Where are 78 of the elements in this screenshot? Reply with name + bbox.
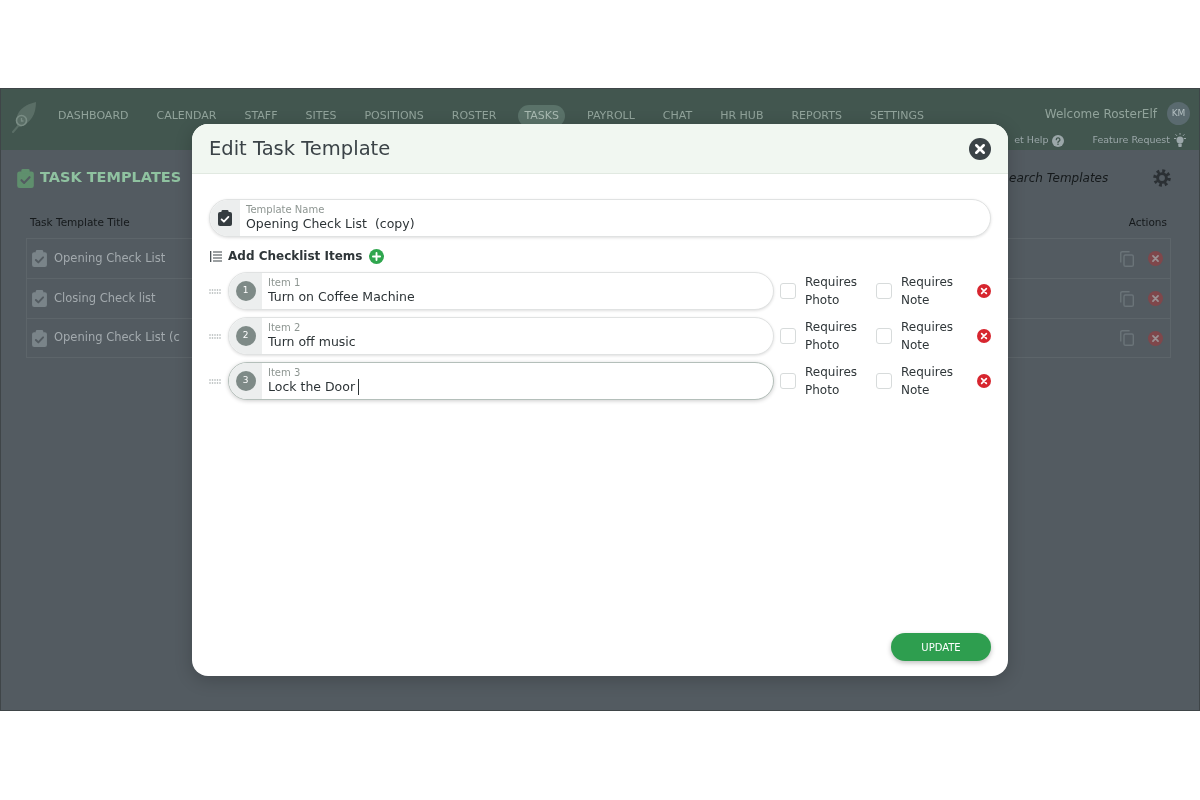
nav-link[interactable]: SETTINGS xyxy=(863,105,931,127)
checkbox-label: Requires Photo xyxy=(805,274,859,309)
delete-icon[interactable] xyxy=(1148,291,1163,306)
delete-icon[interactable] xyxy=(1148,251,1163,266)
page-title: TASK TEMPLATES xyxy=(40,168,182,188)
nav-link[interactable]: REPORTS xyxy=(785,105,848,127)
delete-icon[interactable] xyxy=(1148,330,1163,346)
logo-icon[interactable] xyxy=(11,101,37,133)
clipboard-check-icon xyxy=(218,210,232,226)
help-icon[interactable] xyxy=(1052,134,1065,147)
template-name-field[interactable]: Template Name Opening Check List (copy) xyxy=(209,199,991,237)
item-field[interactable]: 1 Item 1 Turn on Coffee Machine xyxy=(228,272,774,310)
nav-link[interactable]: DASHBOARD xyxy=(52,105,135,127)
remove-icon[interactable] xyxy=(977,374,991,388)
nav-link[interactable]: TASKS xyxy=(518,105,565,127)
welcome-text: Welcome RosterElf xyxy=(1044,105,1157,123)
note-checkbox[interactable] xyxy=(876,373,892,389)
nav-link[interactable]: POSITIONS xyxy=(358,105,430,127)
clipboard-check-icon xyxy=(32,250,47,267)
checkbox-label: Requires Note xyxy=(901,319,955,354)
add-icon[interactable] xyxy=(368,248,384,264)
photo-checkbox[interactable] xyxy=(780,373,796,389)
field-label: Item 3 xyxy=(268,367,302,379)
item-field[interactable]: 3 Item 3 Lock the Door xyxy=(228,362,774,400)
checkbox-label: Requires Note xyxy=(901,274,955,309)
nav-link[interactable]: SITES xyxy=(299,105,343,127)
item-field[interactable]: 2 Item 2 Turn off music xyxy=(228,317,774,355)
field-label: Item 1 xyxy=(268,277,302,289)
nav-link[interactable]: CALENDAR xyxy=(150,105,223,127)
field-label: Template Name xyxy=(246,204,326,216)
column-header: Task Template Title xyxy=(29,215,130,231)
photo-checkbox[interactable] xyxy=(780,283,796,299)
clipboard-check-icon xyxy=(32,329,47,347)
list-icon xyxy=(210,250,222,262)
dialog-title: Edit Task Template xyxy=(209,135,391,162)
table-cell-text: Closing Check list xyxy=(54,289,156,307)
drag-handle-icon[interactable] xyxy=(209,333,221,339)
drag-handle-icon[interactable] xyxy=(209,378,221,384)
checkbox-label: Requires Note xyxy=(901,364,955,399)
remove-icon[interactable] xyxy=(977,284,991,298)
copy-icon[interactable] xyxy=(1120,250,1134,267)
nav-link[interactable]: ROSTER xyxy=(445,105,503,127)
field-value: Opening Check List (copy) xyxy=(246,216,415,232)
section-heading: Add Checklist Items xyxy=(228,248,363,265)
item-number: 1 xyxy=(235,281,256,301)
update-button[interactable]: UPDATE xyxy=(891,633,991,661)
nav-link[interactable]: CHAT xyxy=(656,105,699,127)
field-value: Lock the Door xyxy=(268,379,356,395)
nav-link[interactable]: PAYROLL xyxy=(580,105,641,127)
help-link[interactable]: et Help xyxy=(1014,133,1049,148)
field-label: Item 2 xyxy=(268,322,302,334)
note-checkbox[interactable] xyxy=(876,328,892,344)
column-header: Actions xyxy=(1128,215,1168,231)
copy-icon[interactable] xyxy=(1120,290,1134,307)
nav-link[interactable]: HR HUB xyxy=(714,105,770,127)
nav-link[interactable]: STAFF xyxy=(238,105,284,127)
checkbox-label: Requires Photo xyxy=(805,364,859,399)
feature-request-link[interactable]: Feature Request xyxy=(1092,133,1170,148)
remove-icon[interactable] xyxy=(977,329,991,343)
field-value: Turn on Coffee Machine xyxy=(268,289,415,305)
avatar[interactable]: KM xyxy=(1167,102,1190,125)
photo-checkbox[interactable] xyxy=(780,328,796,344)
search-field[interactable]: earch Templates xyxy=(1009,169,1131,187)
table-cell-text: Opening Check List xyxy=(54,249,166,267)
drag-handle-icon[interactable] xyxy=(209,288,221,294)
field-value: Turn off music xyxy=(268,334,356,350)
note-checkbox[interactable] xyxy=(876,283,892,299)
table-cell: Opening Check List (c xyxy=(54,329,180,347)
lightbulb-icon xyxy=(1174,133,1186,148)
close-icon[interactable] xyxy=(969,137,991,160)
clipboard-check-icon xyxy=(17,168,34,188)
copy-icon[interactable] xyxy=(1120,330,1134,346)
item-number: 3 xyxy=(235,371,256,391)
text-cursor-icon xyxy=(358,379,360,395)
checkbox-label: Requires Photo xyxy=(805,319,859,354)
settings-icon[interactable] xyxy=(1153,169,1171,187)
clipboard-check-icon xyxy=(32,290,47,307)
item-number: 2 xyxy=(235,326,256,346)
